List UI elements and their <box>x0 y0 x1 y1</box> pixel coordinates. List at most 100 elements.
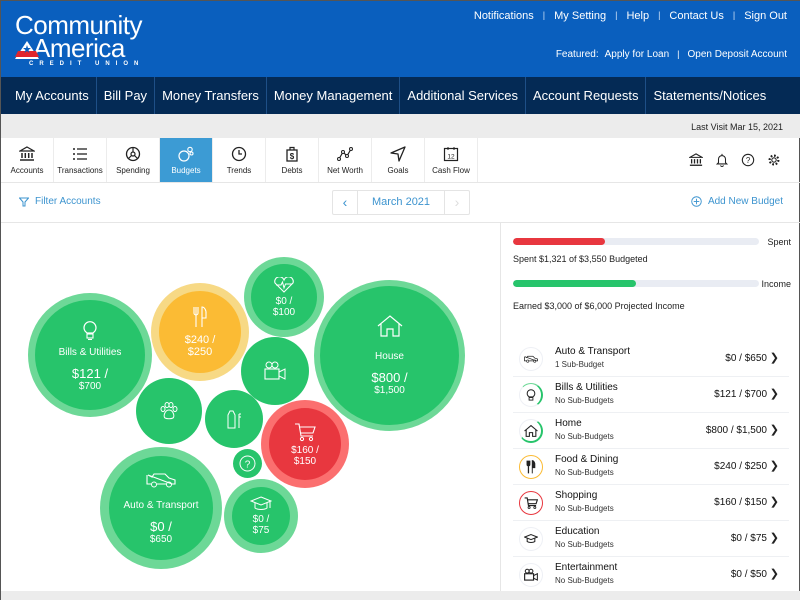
bubble-education[interactable]: $0 / $75 <box>224 479 298 553</box>
tool-label: Transactions <box>57 166 103 175</box>
tool-transactions[interactable]: Transactions <box>54 138 107 182</box>
open-deposit-account-link[interactable]: Open Deposit Account <box>687 49 787 60</box>
budget-status-ring <box>519 527 543 551</box>
apply-for-loan-link[interactable]: Apply for Loan <box>605 49 670 60</box>
budget-row-education[interactable]: Education No Sub-Budgets $0 / $75 ❯ <box>513 521 789 557</box>
nav-additional-services[interactable]: Additional Services <box>400 77 526 114</box>
filter-icon <box>19 197 29 206</box>
budget-row-bills-utilities[interactable]: Bills & Utilities No Sub-Budgets $121 / … <box>513 377 789 413</box>
chevron-right-icon: ❯ <box>769 460 779 472</box>
nav-money-transfers[interactable]: Money Transfers <box>155 77 267 114</box>
heart-pulse-icon <box>274 276 294 293</box>
logo-text-america: America <box>33 33 125 63</box>
page-footer-bar <box>1 591 800 600</box>
budget-sub: 1 Sub-Budget <box>555 360 604 369</box>
navigation-arrow-icon <box>390 146 406 162</box>
budget-row-food-dining[interactable]: Food & Dining No Sub-Budgets $240 / $250… <box>513 449 789 485</box>
tool-budgets[interactable]: Budgets <box>160 138 213 182</box>
separator: | <box>615 10 618 20</box>
bubble-spent: $0 / <box>275 295 293 307</box>
logo-line2: America <box>15 35 144 61</box>
notifications-link[interactable]: Notifications <box>474 10 534 22</box>
help-icon[interactable]: ? <box>741 153 755 167</box>
tool-net-worth[interactable]: Net Worth <box>319 138 372 182</box>
bubble-name: Auto & Transport <box>123 499 199 511</box>
video-camera-icon <box>524 568 538 581</box>
nav-my-accounts[interactable]: My Accounts <box>1 77 97 114</box>
budget-name: Education <box>555 526 600 537</box>
video-camera-icon <box>264 361 286 380</box>
previous-month-button[interactable]: ‹ <box>333 191 357 214</box>
nav-account-requests[interactable]: Account Requests <box>526 77 647 114</box>
budget-sub: No Sub-Budgets <box>555 468 614 477</box>
tool-trends[interactable]: Trends <box>213 138 266 182</box>
filter-bar: Filter Accounts ‹ March 2021 › Add New B… <box>1 183 800 223</box>
bubble-shopping[interactable]: $160 / $150 <box>261 400 349 488</box>
tool-accounts[interactable]: Accounts <box>1 138 54 182</box>
featured-label: Featured: <box>555 49 599 60</box>
my-setting-link[interactable]: My Setting <box>554 10 606 22</box>
bubble-budget: $100 <box>272 306 296 318</box>
budget-row-shopping[interactable]: Shopping No Sub-Budgets $160 / $150 ❯ <box>513 485 789 521</box>
featured-links: Featured: Apply for Loan | Open Deposit … <box>556 49 787 60</box>
budget-name: Shopping <box>555 490 598 501</box>
bubble-house[interactable]: House $800 / $1,500 <box>314 280 465 431</box>
site-header: Community America CREDIT UNION Notificat… <box>1 1 800 77</box>
filter-accounts-button[interactable]: Filter Accounts <box>19 196 101 207</box>
paw-icon <box>160 402 178 420</box>
budget-status-ring <box>519 563 543 587</box>
svg-text:12: 12 <box>447 154 455 161</box>
community-america-logo[interactable]: Community America CREDIT UNION <box>15 12 144 67</box>
gear-icon[interactable] <box>767 153 781 167</box>
chevron-right-icon: ❯ <box>769 496 779 508</box>
nav-statements-notices[interactable]: Statements/Notices <box>646 77 773 114</box>
budget-bubble-chart: Bills & Utilities $121 / $700 $240 / $25… <box>1 223 500 591</box>
bell-icon[interactable] <box>715 153 729 167</box>
bank-icon <box>19 146 35 161</box>
tool-goals[interactable]: Goals <box>372 138 425 182</box>
utensils-icon <box>526 460 536 474</box>
add-new-budget-label: Add New Budget <box>707 196 783 207</box>
tool-cash-flow[interactable]: 12 Cash Flow <box>425 138 478 182</box>
help-link[interactable]: Help <box>626 10 649 22</box>
sign-out-link[interactable]: Sign Out <box>744 10 787 22</box>
svg-text:$: $ <box>290 152 295 161</box>
tool-label: Debts <box>281 166 303 175</box>
bubble-health[interactable]: $0 / $100 <box>244 257 324 337</box>
chevron-right-icon: ❯ <box>769 424 779 436</box>
bubble-budget: $250 <box>187 346 213 358</box>
nav-money-management[interactable]: Money Management <box>267 77 401 114</box>
bubble-name: House <box>375 351 404 362</box>
bank-icon[interactable] <box>687 153 705 167</box>
budget-row-auto-transport[interactable]: Auto & Transport 1 Sub-Budget $0 / $650 … <box>513 341 789 377</box>
plus-circle-icon <box>691 196 702 207</box>
svg-text:?: ? <box>245 459 251 470</box>
bubble-bills-utilities[interactable]: Bills & Utilities $121 / $700 <box>28 293 152 417</box>
separator: | <box>542 10 546 20</box>
bubble-personal-care[interactable] <box>205 390 263 448</box>
add-new-budget-button[interactable]: Add New Budget <box>691 196 783 207</box>
bubble-name: Bills & Utilities <box>58 346 122 358</box>
spending-icon <box>125 146 141 162</box>
sub-bar: Last Visit Mar 15, 2021 <box>1 114 800 138</box>
bubble-auto-transport[interactable]: Auto & Transport $0 / $650 <box>100 447 222 569</box>
bubble-budget: $1,500 <box>374 385 405 396</box>
bubble-food-dining[interactable]: $240 / $250 <box>151 283 249 381</box>
contact-us-link[interactable]: Contact Us <box>669 10 723 22</box>
budget-status-ring <box>519 419 543 443</box>
budget-row-entertainment[interactable]: Entertainment No Sub-Budgets $0 / $50 ❯ <box>513 557 789 593</box>
current-month: March 2021 <box>357 191 445 214</box>
budget-amount: $0 / $75 <box>730 533 767 544</box>
filter-accounts-label: Filter Accounts <box>35 196 101 207</box>
budget-sub: No Sub-Budgets <box>555 504 614 513</box>
bubble-uncategorized[interactable]: ? <box>233 449 262 478</box>
tool-spending[interactable]: Spending <box>107 138 160 182</box>
budget-summary-panel: Spent Spent $1,321 of $3,550 Budgeted In… <box>500 223 800 591</box>
main-nav: My Accounts Bill Pay Money Transfers Mon… <box>1 77 800 114</box>
bubble-pets[interactable] <box>136 378 202 444</box>
nav-bill-pay[interactable]: Bill Pay <box>97 77 156 114</box>
next-month-button[interactable]: › <box>445 191 469 214</box>
budget-status-ring <box>519 383 543 407</box>
budget-row-home[interactable]: Home No Sub-Budgets $800 / $1,500 ❯ <box>513 413 789 449</box>
tool-debts[interactable]: $ Debts <box>266 138 319 182</box>
